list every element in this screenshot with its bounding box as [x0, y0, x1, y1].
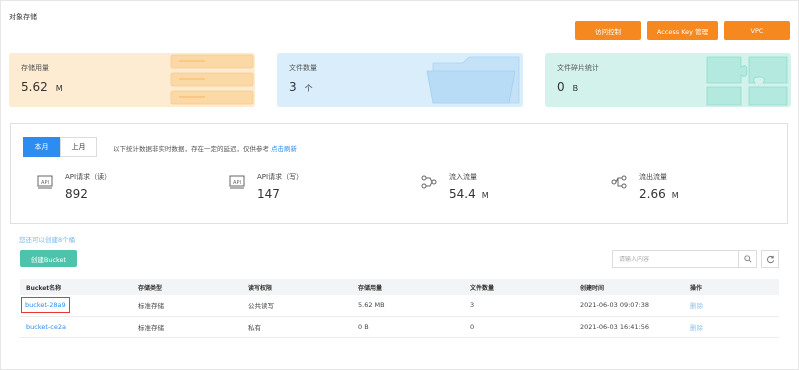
search-input[interactable]: [613, 255, 737, 263]
storage-usage-value: 5.62 M: [21, 80, 63, 94]
vpc-button[interactable]: VPC: [724, 21, 790, 40]
col-header-file-count: 文件数量: [464, 279, 574, 295]
cell-created: 2021-06-03 16:41:56: [574, 316, 684, 338]
refresh-button[interactable]: [761, 250, 779, 268]
storage-usage-label: 存储用量: [21, 64, 49, 72]
file-count-card: 文件数量 3个: [277, 53, 523, 107]
cell-created: 2021-06-03 09:07:38: [574, 295, 684, 317]
metric-label: API请求（读）: [65, 173, 112, 181]
tab-last-month[interactable]: 上月: [60, 137, 97, 157]
page-title: 对象存储: [9, 13, 37, 21]
access-control-button[interactable]: 访问控制: [575, 21, 641, 40]
col-header-usage: 存储用量: [352, 279, 464, 295]
metric-label: API请求（写）: [257, 173, 304, 181]
col-header-actions: 操作: [684, 279, 779, 295]
file-count-value: 3个: [289, 80, 313, 94]
stats-notice: 以下统计数据非实时数据，存在一定的延迟，仅供参考 点击刷新: [113, 143, 297, 153]
refresh-link[interactable]: 点击刷新: [271, 145, 297, 153]
highlight-box[interactable]: bucket-28a9: [21, 297, 70, 314]
col-header-created: 创建时间: [574, 279, 684, 295]
bucket-name-link[interactable]: bucket-ce2a: [20, 316, 132, 338]
period-tabs: 本月 上月: [23, 137, 97, 157]
bucket-limit-hint: 您还可以创建8个桶: [19, 236, 76, 244]
svg-text:API: API: [233, 180, 241, 186]
metric-value: 147: [257, 187, 280, 201]
delete-link[interactable]: 删除: [684, 316, 779, 338]
table-row: bucket-28a9 标准存储 公共读写 5.62 MB 3 2021-06-…: [20, 295, 779, 317]
refresh-icon: [766, 255, 774, 263]
cell-storage-type: 标准存储: [132, 295, 242, 317]
table-header-row: Bucket名称 存储类型 读写权限 存储用量 文件数量 创建时间 操作: [20, 279, 779, 295]
storage-stack-icon: [170, 54, 254, 105]
metric-value: 54.4 M: [449, 187, 489, 201]
metric-value: 892: [65, 187, 88, 201]
traffic-stats-panel: 本月 上月 以下统计数据非实时数据，存在一定的延迟，仅供参考 点击刷新 API A…: [10, 123, 788, 224]
cell-file-count: 3: [464, 295, 574, 317]
create-bucket-button[interactable]: 创建Bucket: [20, 250, 77, 267]
stats-notice-text: 以下统计数据非实时数据，存在一定的延迟，仅供参考: [113, 145, 269, 153]
search-button[interactable]: [738, 251, 756, 267]
metric-label: 流出流量: [639, 173, 667, 181]
search-icon: [743, 255, 752, 263]
delete-link[interactable]: 删除: [684, 295, 779, 317]
puzzle-icon: [706, 56, 788, 106]
cell-usage: 0 B: [352, 316, 464, 338]
cell-file-count: 0: [464, 316, 574, 338]
svg-text:API: API: [41, 180, 49, 186]
cell-permission: 私有: [242, 316, 352, 338]
access-key-button[interactable]: Access Key 管理: [647, 21, 718, 40]
col-header-permission: 读写权限: [242, 279, 352, 295]
fragment-stats-value: 0B: [557, 80, 579, 94]
metric-value: 2.66 M: [639, 187, 679, 201]
col-header-bucket-name: Bucket名称: [20, 279, 132, 295]
file-count-label: 文件数量: [289, 64, 317, 72]
col-header-storage-type: 存储类型: [132, 279, 242, 295]
fragment-stats-label: 文件碎片统计: [557, 64, 599, 72]
table-row: bucket-ce2a 标准存储 私有 0 B 0 2021-06-03 16:…: [20, 316, 779, 338]
flow-in-icon: [421, 175, 437, 189]
bucket-table: Bucket名称 存储类型 读写权限 存储用量 文件数量 创建时间 操作 buc…: [20, 279, 779, 343]
storage-usage-card: 存储用量 5.62 M: [9, 53, 255, 107]
search-box: [612, 250, 757, 268]
metric-label: 流入流量: [449, 173, 477, 181]
flow-out-icon: [611, 175, 627, 189]
api-icon: API: [229, 175, 245, 189]
folder-icon: [426, 56, 520, 104]
bucket-name-link[interactable]: bucket-28a9: [20, 295, 132, 317]
cell-permission: 公共读写: [242, 295, 352, 317]
api-icon: API: [37, 175, 53, 189]
fragment-stats-card: 文件碎片统计 0B: [545, 53, 791, 107]
tab-this-month[interactable]: 本月: [23, 137, 60, 157]
cell-storage-type: 标准存储: [132, 316, 242, 338]
cell-usage: 5.62 MB: [352, 295, 464, 317]
